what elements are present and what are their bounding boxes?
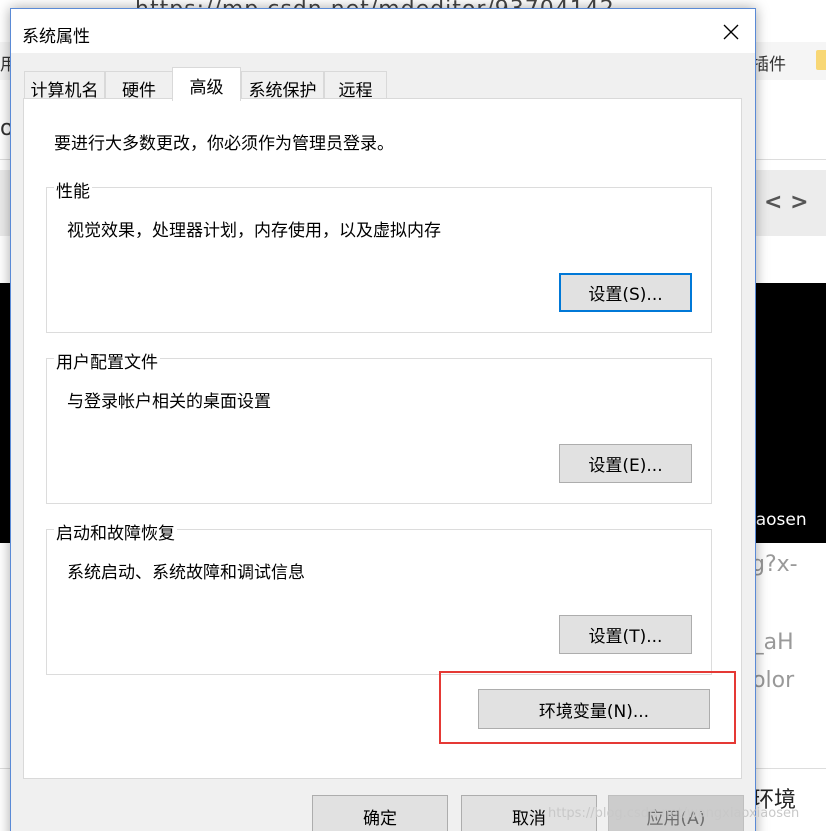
- group-startup-recovery-description: 系统启动、系统故障和调试信息: [67, 563, 305, 583]
- tab-panel-advanced: 要进行大多数更改，你必须作为管理员登录。 性能 视觉效果，处理器计划，内存使用，…: [23, 98, 742, 779]
- startup-recovery-settings-button[interactable]: 设置(T)...: [559, 615, 692, 654]
- image-watermark-fragment: iaosen: [751, 510, 807, 530]
- tab-system-protection[interactable]: 系统保护: [241, 71, 324, 101]
- markdown-fragment: g?x-: [751, 552, 798, 577]
- code-icon[interactable]: < >: [764, 190, 809, 215]
- group-performance-description: 视觉效果，处理器计划，内存使用，以及虚拟内存: [67, 221, 441, 241]
- group-user-profiles-legend: 用户配置文件: [54, 348, 160, 373]
- environment-variables-button[interactable]: 环境变量(N)...: [478, 689, 710, 729]
- tab-hardware[interactable]: 硬件: [105, 71, 173, 101]
- ok-button[interactable]: 确定: [312, 795, 448, 831]
- tab-advanced[interactable]: 高级: [172, 67, 241, 101]
- group-performance: 性能 视觉效果，处理器计划，内存使用，以及虚拟内存 设置(S)...: [46, 177, 712, 333]
- group-user-profiles: 用户配置文件 与登录帐户相关的桌面设置 设置(E)...: [46, 348, 712, 504]
- bookmark-plugins[interactable]: 插件: [752, 50, 786, 75]
- group-startup-recovery-legend: 启动和故障恢复: [54, 519, 177, 544]
- dialog-title: 系统属性: [22, 27, 90, 47]
- admin-notice: 要进行大多数更改，你必须作为管理员登录。: [54, 134, 394, 154]
- dialog-titlebar[interactable]: 系统属性: [11, 9, 755, 53]
- group-performance-legend: 性能: [54, 177, 92, 202]
- user-profiles-settings-button[interactable]: 设置(E)...: [559, 444, 692, 483]
- close-button[interactable]: [713, 15, 749, 49]
- tab-remote[interactable]: 远程: [324, 71, 387, 101]
- close-icon: [723, 24, 739, 40]
- group-startup-recovery: 启动和故障恢复 系统启动、系统故障和调试信息 设置(T)...: [46, 519, 712, 675]
- folder-icon[interactable]: [816, 50, 826, 70]
- blog-watermark: https://blog.csdn.net/wangxiaoxiaosen: [548, 806, 800, 821]
- group-user-profiles-description: 与登录帐户相关的桌面设置: [67, 392, 271, 412]
- tab-computer-name[interactable]: 计算机名: [24, 71, 105, 101]
- performance-settings-button[interactable]: 设置(S)...: [559, 273, 692, 312]
- system-properties-dialog: 系统属性 计算机名 硬件 高级 系统保护 远程 要进行大多数更改，你必须作为管理…: [10, 8, 756, 831]
